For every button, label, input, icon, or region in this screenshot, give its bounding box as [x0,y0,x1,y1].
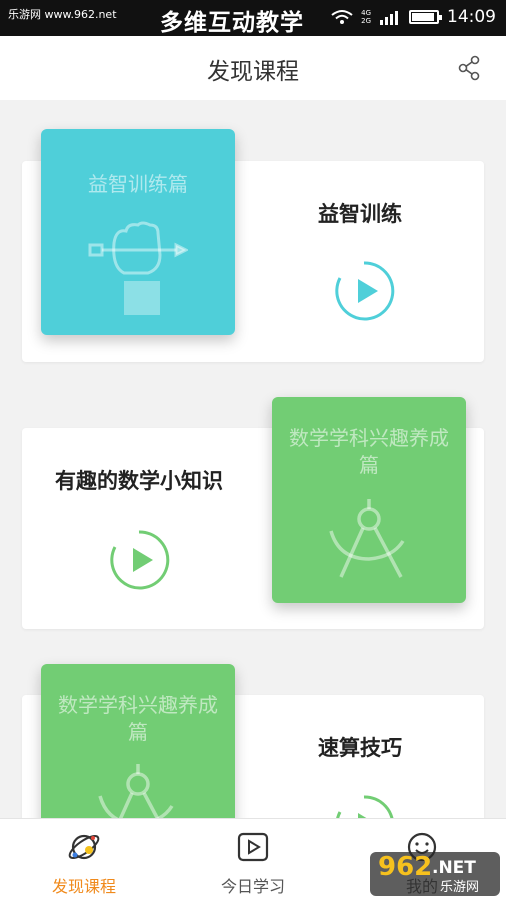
network-label-top: 4G [361,9,371,17]
wifi-icon [331,10,353,24]
planet-icon [68,834,100,860]
status-bar: 乐游网 www.962.net 多维互动教学 4G 2G 14:09 [0,0,506,36]
network-labels: 4G 2G [361,9,371,25]
play-icon[interactable] [107,528,171,592]
course-tile-1[interactable]: 益智训练篇 [41,129,235,335]
status-app-banner: 多维互动教学 [160,10,304,36]
tab-label: 发现课程 [51,877,116,896]
signal-icon [380,11,398,25]
watermark-suffix: .NET [432,858,476,878]
watermark-logo: 962 .NET 乐游网 [370,852,500,896]
course-tile-label: 数学学科兴趣养成篇 [289,426,449,477]
network-label-bottom: 2G [361,17,371,25]
course-tile-label: 数学学科兴趣养成篇 [58,693,218,744]
tab-discover-courses[interactable]: 发现课程 [0,819,168,900]
play-icon[interactable] [332,259,396,323]
status-icons: 4G 2G 14:09 [331,7,496,27]
tab-today-learning[interactable]: 今日学习 [169,819,337,900]
course-title-2: 有趣的数学小知识 [55,469,223,493]
tab-label: 今日学习 [220,877,285,896]
status-time: 14:09 [447,7,496,27]
hand-pencil-icon [88,221,188,315]
watermark-number: 962 [378,852,433,882]
battery-icon [409,10,442,24]
course-tile-2[interactable]: 数学学科兴趣养成篇 [272,397,466,603]
status-site-text: 乐游网 www.962.net [8,8,117,21]
course-title-1: 益智训练 [318,202,402,226]
course-title-3: 速算技巧 [318,736,402,760]
header: 发现课程 [0,36,506,100]
course-tile-label: 益智训练篇 [88,172,188,196]
page-title: 发现课程 [207,59,299,85]
compass-icon [329,499,405,578]
play-square-icon [237,832,269,862]
watermark-text: 乐游网 [440,880,480,895]
share-icon[interactable] [456,54,484,82]
